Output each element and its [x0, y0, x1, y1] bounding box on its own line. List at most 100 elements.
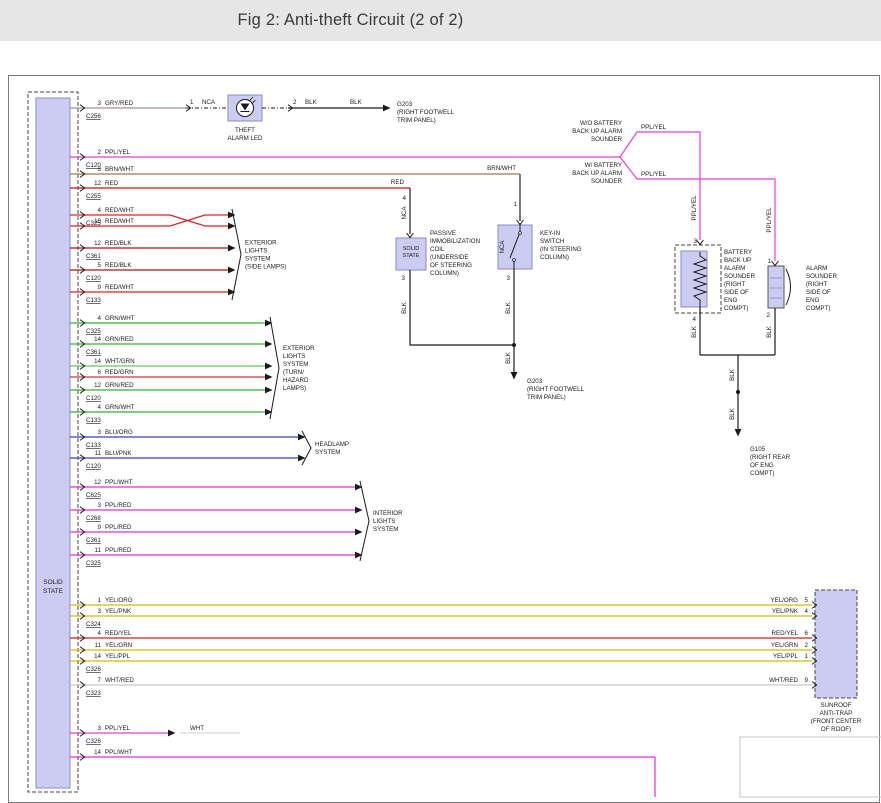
wire-color-label: PPL/YEL	[105, 725, 131, 732]
arrowhead	[265, 374, 273, 381]
wire	[620, 132, 700, 240]
wire-color-label: PPL/YEL	[105, 149, 131, 156]
wire	[410, 270, 514, 345]
wire-color-label: RED/YEL	[105, 630, 132, 637]
pin-number: 14	[94, 336, 101, 343]
wire-color-label: GRN/RED	[105, 382, 134, 389]
note-text: (RIGHT	[724, 281, 746, 288]
note-text: SIDE OF	[724, 289, 749, 296]
note-text: SOUNDER	[806, 273, 837, 280]
group-label: SYSTEM	[373, 526, 398, 533]
pin-number: 3	[98, 100, 102, 107]
note-text: SUNROOF	[821, 702, 852, 709]
wire-color-label: RED/WHT	[105, 207, 134, 214]
group-label: SYSTEM	[283, 361, 308, 368]
pin-number: 12	[94, 479, 101, 486]
note-text: BACK UP ALARM	[572, 170, 622, 177]
connector-label: C325	[86, 328, 101, 335]
note-text: ANTI-TRAP	[820, 710, 853, 717]
note-text: ENG	[806, 297, 820, 304]
pin-number: 14	[94, 358, 101, 365]
wire-color-label: YEL/GRN	[771, 642, 798, 649]
pin-number: 12	[94, 180, 101, 187]
note-text: SOLID	[403, 246, 420, 252]
note-text: THEFT	[235, 127, 255, 134]
pin-number: 3	[507, 275, 511, 282]
wire-color-label: RED/YEL	[772, 630, 799, 637]
wire-color-label: GRY/RED	[105, 100, 134, 107]
battery-backup-sounder-body	[681, 251, 707, 307]
note-text: PASSIVE	[430, 230, 456, 237]
wire-color-label: NCA	[202, 99, 216, 106]
pin-number: 3	[98, 502, 102, 509]
group-brace	[232, 209, 241, 300]
connector-label: C361	[86, 537, 101, 544]
wire-color-label: BRN/WHT	[105, 166, 134, 173]
sounder-bracket	[786, 269, 791, 305]
note-text: G203	[397, 101, 413, 108]
wire-color-label: YEL/PNK	[105, 608, 132, 615]
connector-chevron	[697, 240, 704, 245]
note-text: COMPT)	[750, 470, 774, 477]
rotated-wire-label: BLK	[505, 351, 512, 364]
group-label: (TURN/	[283, 369, 304, 376]
note-text: TRIM PANEL)	[397, 117, 436, 124]
note-text: (RIGHT FOOTWELL	[397, 109, 455, 116]
rotated-wire-label: NCA	[499, 240, 506, 254]
group-label: EXTERIOR	[283, 345, 315, 352]
arrowhead	[511, 372, 518, 380]
note-text: OF STEERING	[430, 262, 472, 269]
connector-label: C255	[86, 193, 101, 200]
note-text: OF ENG	[750, 462, 774, 469]
group-label: HAZARD	[283, 377, 309, 384]
pin-number: 3	[98, 725, 102, 732]
wire-color-label: WHT	[190, 725, 204, 732]
note-text: TRIM PANEL)	[527, 394, 566, 401]
bottom-right-module-box	[740, 737, 881, 797]
switch-terminal	[513, 259, 516, 262]
junction-dot	[736, 390, 740, 394]
note-text: IMMOBILIZATION	[430, 238, 480, 245]
pin-number: 1	[768, 258, 772, 265]
note-text: ALARM LED	[227, 135, 263, 142]
note-text: SIDE OF	[806, 289, 831, 296]
rotated-wire-label: BLK	[729, 368, 736, 381]
wire-color-label: 2	[293, 99, 297, 106]
pin-number: 2	[805, 642, 809, 649]
wire-color-label: PPL/YEL	[641, 124, 667, 131]
wire-color-label: YEL/ORG	[770, 597, 798, 604]
group-brace	[360, 481, 369, 561]
note-text: ENG	[724, 297, 738, 304]
wire-color-label: BLK	[305, 99, 318, 106]
note-text: BACK UP	[724, 257, 751, 264]
note-text: BACK UP ALARM	[572, 128, 622, 135]
connector-label: C625	[86, 492, 101, 499]
wire-color-label: RED/GRN	[105, 369, 134, 376]
group-brace	[270, 317, 279, 419]
connector-label: C133	[86, 417, 101, 424]
arrowhead	[228, 212, 236, 219]
wire-color-label: RED	[105, 180, 119, 187]
pin-number: 3	[402, 275, 406, 282]
pin-number: 2	[98, 149, 102, 156]
pin-number: 1	[514, 201, 518, 208]
wire-color-label: BLU/ORG	[105, 429, 133, 436]
rotated-wire-label: PPL/YEL	[766, 207, 773, 233]
wire-color-label: PPL/WHT	[105, 479, 133, 486]
pin-number: 5	[805, 597, 809, 604]
connector-label: C120	[86, 275, 101, 282]
wire-color-label: RED/WHT	[105, 284, 134, 291]
pin-number: 6	[98, 369, 102, 376]
pin-number: 4	[693, 316, 697, 323]
wire-color-label: RED/WHT	[105, 218, 134, 225]
note-text: SOUNDER	[724, 273, 755, 280]
wire-color-label: BRN/WHT	[487, 165, 516, 172]
wire-color-label: GRN/WHT	[105, 315, 135, 322]
diagram-canvas: 3GRY/REDC2562PPL/YELC1203BRN/WHTBRN/WHT1…	[0, 0, 881, 803]
group-label: LIGHTS	[245, 248, 267, 255]
group-label: LIGHTS	[283, 353, 305, 360]
arrowhead	[228, 245, 236, 252]
note-text: COMPT)	[806, 305, 830, 312]
left-module-body	[36, 98, 70, 788]
connector-label: C120	[86, 395, 101, 402]
